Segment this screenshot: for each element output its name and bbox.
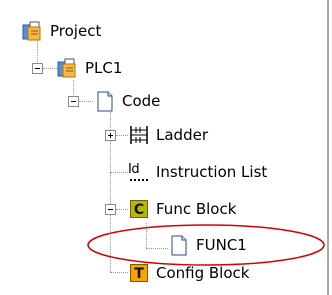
- func-block-collapse-toggle[interactable]: [105, 204, 116, 215]
- highlight-ellipse: [87, 224, 325, 266]
- project-tree: Project PLC1 Code Ladder Id Instruction …: [0, 0, 332, 295]
- project-icon: [22, 20, 44, 42]
- func-block-icon-letter: C: [130, 200, 148, 218]
- config-block-icon-letter: T: [130, 264, 148, 282]
- tree-line: [79, 101, 93, 102]
- tree-item-label: Ladder: [156, 126, 208, 144]
- tree-item-project[interactable]: Project: [22, 20, 101, 42]
- tree-item-label: FUNC1: [196, 236, 247, 254]
- tree-item-instruction-list[interactable]: Id Instruction List: [128, 161, 267, 183]
- tree-item-config-block[interactable]: T Config Block: [128, 262, 249, 284]
- plc1-collapse-toggle[interactable]: [32, 63, 43, 74]
- tree-item-label: Code: [122, 92, 161, 110]
- tree-line: [110, 172, 128, 173]
- tree-line: [116, 135, 128, 136]
- tree-item-plc1[interactable]: PLC1: [57, 57, 122, 79]
- tree-item-label: Instruction List: [156, 163, 268, 181]
- tree-item-ladder[interactable]: Ladder: [128, 124, 208, 146]
- tree-item-label: Config Block: [156, 264, 250, 282]
- tree-item-label: PLC1: [85, 59, 123, 77]
- t-letter-icon: T: [128, 262, 150, 284]
- ladder-icon: [128, 124, 150, 146]
- tree-item-label: Project: [50, 22, 102, 40]
- tree-item-func1[interactable]: FUNC1: [168, 234, 247, 256]
- c-letter-icon: C: [128, 198, 150, 220]
- document-icon: [94, 90, 116, 112]
- ladder-expand-toggle[interactable]: [105, 130, 116, 141]
- tree-line: [146, 223, 147, 248]
- plc-icon: [57, 57, 79, 79]
- tree-item-func-block[interactable]: C Func Block: [128, 198, 236, 220]
- tree-line: [116, 209, 128, 210]
- instruction-list-icon: Id: [128, 161, 150, 183]
- tree-item-label: Func Block: [156, 200, 237, 218]
- tree-line: [110, 272, 128, 273]
- tree-line: [43, 68, 57, 69]
- document-icon: [168, 234, 190, 256]
- tree-line: [146, 248, 168, 249]
- tree-item-code[interactable]: Code: [94, 90, 160, 112]
- code-collapse-toggle[interactable]: [68, 96, 79, 107]
- instruction-list-icon-dots: [130, 179, 148, 181]
- panel-border: [327, 0, 329, 295]
